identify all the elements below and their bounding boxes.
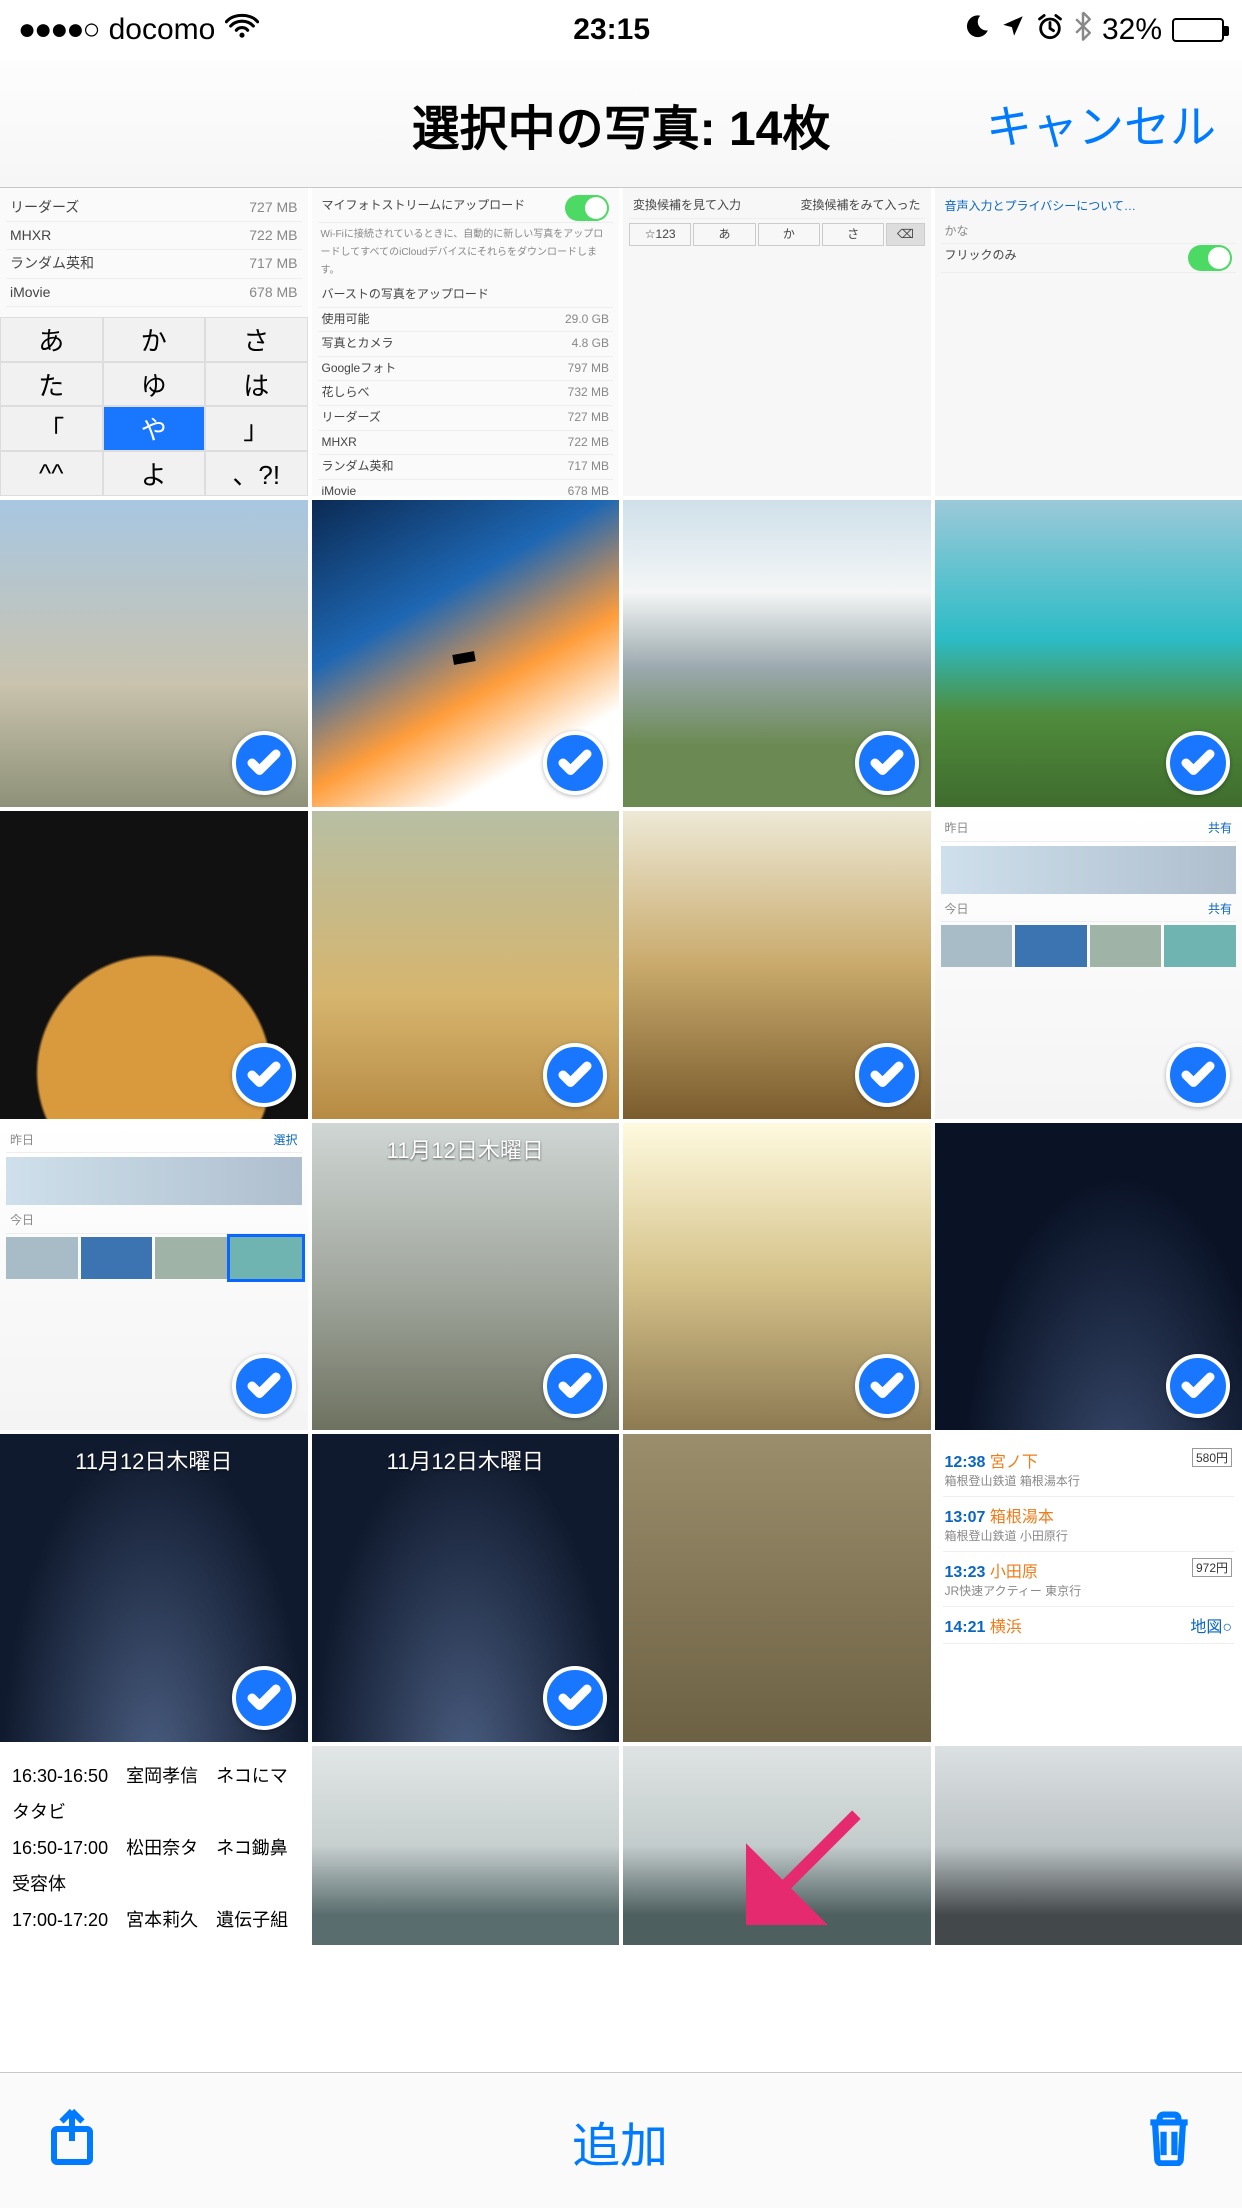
selected-check-icon	[543, 1354, 607, 1418]
date-label: 11月12日木曜日	[312, 1133, 620, 1165]
selected-check-icon	[232, 1354, 296, 1418]
thumbnail[interactable]: 11月12日木曜日	[0, 1434, 308, 1742]
signal-dots: ●●●●○	[18, 13, 99, 47]
thumbnail[interactable]: 11月12日木曜日	[312, 1434, 620, 1742]
thumbnail[interactable]: 11月12日木曜日	[312, 1123, 620, 1431]
selected-check-icon	[1166, 731, 1230, 795]
share-button[interactable]	[48, 2108, 96, 2173]
bottom-toolbar: 追加	[0, 2072, 1242, 2208]
thumbnail[interactable]	[935, 1746, 1242, 1946]
date-label: 11月12日木曜日	[312, 1444, 620, 1476]
thumbnail[interactable]	[935, 500, 1242, 808]
toggle-icon	[565, 195, 609, 221]
clock: 23:15	[573, 13, 650, 47]
thumbnail[interactable]	[312, 811, 620, 1119]
delete-button[interactable]	[1144, 2110, 1194, 2171]
selected-check-icon	[543, 1043, 607, 1107]
thumbnail[interactable]	[623, 811, 931, 1119]
thumbnail[interactable]: リーダーズ727 MB MHXR722 MB ランダム英和717 MB iMov…	[0, 188, 308, 496]
thumbnail[interactable]	[935, 1123, 1242, 1431]
thumbnail[interactable]: 変換候補を見て入力変換候補をみて入った ☆123 あ か さ ⌫	[623, 188, 931, 496]
selected-check-icon	[1166, 1354, 1230, 1418]
thumbnail[interactable]: 昨日選択 今日	[0, 1123, 308, 1431]
toggle-icon	[1188, 245, 1232, 271]
moon-icon	[964, 13, 990, 47]
selected-check-icon	[232, 1043, 296, 1107]
selected-check-icon	[855, 1354, 919, 1418]
add-button[interactable]: 追加	[572, 2106, 668, 2176]
thumbnail[interactable]	[0, 811, 308, 1119]
status-bar: ●●●●○ docomo 23:15 32%	[0, 0, 1242, 60]
wifi-icon	[225, 13, 259, 47]
location-icon	[1000, 13, 1026, 47]
selected-check-icon	[232, 731, 296, 795]
thumbnail[interactable]	[623, 500, 931, 808]
nav-bar: 選択中の写真: 14枚 キャンセル	[0, 60, 1242, 188]
thumbnail[interactable]: 音声入力とプライバシーについて… かな フリックのみ	[935, 188, 1242, 496]
nav-title: 選択中の写真: 14枚	[412, 89, 831, 159]
thumbnail[interactable]	[312, 1746, 620, 1946]
selected-check-icon	[543, 731, 607, 795]
selected-check-icon	[855, 731, 919, 795]
battery-pct: 32%	[1102, 13, 1162, 47]
thumbnail[interactable]: 昨日共有 今日共有	[935, 811, 1242, 1119]
selected-check-icon	[1166, 1043, 1230, 1107]
thumbnail[interactable]	[312, 500, 620, 808]
battery-icon	[1172, 18, 1224, 42]
photo-grid: リーダーズ727 MB MHXR722 MB ランダム英和717 MB iMov…	[0, 188, 1242, 1945]
cancel-button[interactable]: キャンセル	[986, 91, 1216, 157]
bluetooth-icon	[1074, 11, 1092, 49]
selected-check-icon	[855, 1043, 919, 1107]
selected-check-icon	[543, 1666, 607, 1730]
annotation-arrow-icon	[746, 1805, 866, 1925]
thumbnail[interactable]	[623, 1746, 931, 1946]
thumbnail[interactable]	[623, 1434, 931, 1742]
thumbnail[interactable]	[0, 500, 308, 808]
thumbnail[interactable]: 12:38 宮ノ下580円箱根登山鉄道 箱根湯本行 13:07 箱根湯本箱根登山…	[935, 1434, 1242, 1742]
date-label: 11月12日木曜日	[0, 1444, 308, 1476]
thumbnail[interactable]: マイフォトストリームにアップロード Wi-Fiに接続されているときに、自動的に新…	[312, 188, 620, 496]
selected-check-icon	[232, 1666, 296, 1730]
alarm-icon	[1036, 12, 1064, 48]
kana-keyboard-thumb: あかさ たゆは 「や」 ^^よ、?!	[0, 317, 308, 495]
thumbnail[interactable]: 16:30-16:50 室岡孝信 ネコにマタタビ 16:50-17:00 松田奈…	[0, 1746, 308, 1946]
thumbnail[interactable]	[623, 1123, 931, 1431]
carrier-label: docomo	[109, 13, 216, 47]
